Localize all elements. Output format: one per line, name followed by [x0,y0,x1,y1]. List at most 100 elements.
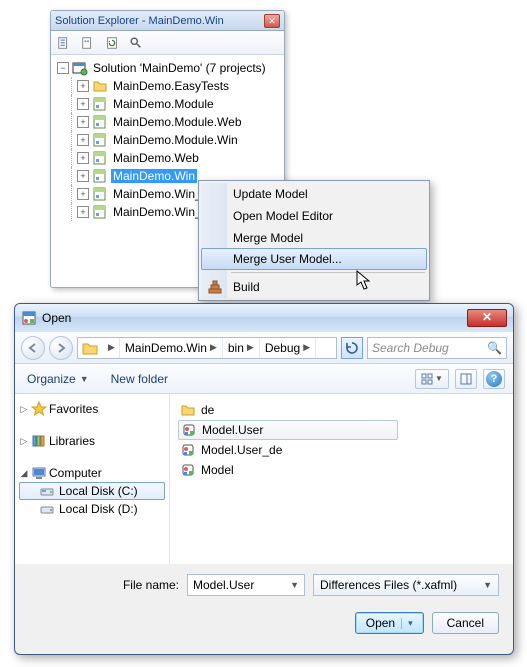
tree-project-item[interactable]: +MainDemo.Module.Win [53,131,282,149]
tree-solution-root[interactable]: − Solution 'MainDemo' (7 projects) [53,59,282,77]
context-menu: Update ModelOpen Model EditorMerge Model… [198,180,430,301]
help-button[interactable]: ? [483,369,505,389]
chevron-down-icon: ▼ [290,580,299,590]
chevron-right-icon: ▶ [210,342,217,353]
menu-item[interactable]: Open Model Editor [201,205,427,227]
show-all-icon[interactable] [79,34,97,52]
refresh-button[interactable] [341,337,363,359]
filename-label: File name: [29,578,179,592]
breadcrumb-item[interactable]: Debug▶ [260,338,316,358]
back-button[interactable] [21,336,45,360]
chevron-right-icon: ▶ [247,342,254,353]
open-dialog: Open ✕ ▶ MainDemo.Win▶ bin▶ Debug▶ Searc… [14,303,514,655]
menu-separator [231,272,425,273]
split-chevron-icon[interactable]: ▾ [401,618,413,629]
project-icon [92,204,108,220]
sidebar-favorites[interactable]: ▷ Favorites [19,400,165,418]
sidebar-drive-c[interactable]: Local Disk (C:) [19,482,165,500]
expand-icon[interactable]: + [77,98,89,110]
expand-icon[interactable]: + [77,80,89,92]
project-icon [92,132,108,148]
project-icon [92,186,108,202]
tree-project-item[interactable]: + MainDemo.Module [53,95,282,113]
file-item[interactable]: Model.User [178,420,398,440]
menu-item[interactable]: Merge Model [201,227,427,249]
tree-item-label: MainDemo.EasyTests [111,79,231,93]
sidebar-drive-d[interactable]: Local Disk (D:) [19,500,165,518]
new-folder-button[interactable]: New folder [111,372,168,386]
breadcrumb-item[interactable]: MainDemo.Win▶ [120,338,223,358]
dialog-close-button[interactable]: ✕ [467,309,507,327]
search-placeholder: Search Debug [372,341,449,355]
close-icon[interactable]: ✕ [264,14,280,28]
preview-icon [460,373,472,385]
tree-project-item[interactable]: + MainDemo.EasyTests [53,77,282,95]
drive-icon [39,501,55,517]
expand-icon[interactable]: + [77,116,89,128]
file-item[interactable]: de [178,400,505,420]
open-dialog-titlebar[interactable]: Open ✕ [15,304,513,332]
cancel-button[interactable]: Cancel [432,612,499,634]
tree-item-label: MainDemo.Module.Web [111,115,244,129]
project-icon [92,168,108,184]
expand-icon[interactable]: + [77,134,89,146]
drive-icon [39,483,55,499]
expand-icon[interactable]: + [77,152,89,164]
expand-icon[interactable]: − [57,62,69,74]
file-item[interactable]: Model [178,460,505,480]
breadcrumb-bar[interactable]: ▶ MainDemo.Win▶ bin▶ Debug▶ [77,337,337,359]
refresh-icon[interactable] [103,34,121,52]
project-icon [92,150,108,166]
help-icon: ? [486,371,502,387]
file-icon [180,442,196,458]
cursor-icon [356,270,374,292]
chevron-down-icon: ▼ [435,374,443,383]
menu-item[interactable]: Merge User Model... [201,248,427,270]
file-pane[interactable]: deModel.UserModel.User_deModel [170,394,513,564]
chevron-down-icon: ▼ [80,374,89,384]
breadcrumb-item[interactable]: bin▶ [223,338,260,358]
search-input[interactable]: Search Debug 🔍 [367,337,507,359]
tree-item-label: MainDemo.Win [111,169,197,183]
menu-item[interactable]: Build [201,276,427,298]
open-button[interactable]: Open ▾ [355,612,424,634]
menu-item[interactable]: Update Model [201,183,427,205]
project-icon [92,114,108,130]
file-icon [181,422,197,438]
chevron-right-icon: ▶ [108,342,115,353]
tree-item-label: MainDemo.Module [111,97,216,111]
view-code-icon[interactable] [127,34,145,52]
folder-icon [180,402,196,418]
view-mode-button[interactable]: ▼ [415,369,449,389]
filetype-select[interactable]: Differences Files (*.xafml) ▼ [313,574,499,596]
chevron-right-icon: ▶ [303,342,310,353]
file-item[interactable]: Model.User_de [178,440,505,460]
star-icon [31,401,47,417]
breadcrumb-root[interactable]: ▶ [101,338,120,358]
filename-input[interactable]: Model.User ▼ [187,574,305,596]
tree-project-item[interactable]: + MainDemo.Module.Web [53,113,282,131]
solution-icon [72,60,88,76]
file-icon [180,462,196,478]
preview-pane-button[interactable] [455,369,477,389]
forward-button[interactable] [49,336,73,360]
solution-explorer-titlebar[interactable]: Solution Explorer - MainDemo.Win ✕ [51,11,284,31]
open-dialog-title: Open [42,311,467,325]
search-icon: 🔍 [487,341,502,355]
expand-icon[interactable]: + [77,170,89,182]
dialog-toolbar: Organize ▼ New folder ▼ ? [15,364,513,394]
libraries-icon [31,433,47,449]
sidebar-computer[interactable]: ◢ Computer [19,464,165,482]
tree-root-label: Solution 'MainDemo' (7 projects) [91,61,268,75]
collapse-icon: ▷ [19,404,29,415]
dialog-body: ▷ Favorites ▷ Libraries ◢ [15,394,513,564]
expand-icon[interactable]: + [77,206,89,218]
sidebar-libraries[interactable]: ▷ Libraries [19,432,165,450]
organize-button[interactable]: Organize ▼ [23,370,93,388]
properties-icon[interactable] [55,34,73,52]
tree-project-item[interactable]: +MainDemo.Web [53,149,282,167]
computer-icon [31,465,47,481]
folder-icon [92,78,108,94]
build-icon [207,279,223,295]
expand-icon[interactable]: + [77,188,89,200]
